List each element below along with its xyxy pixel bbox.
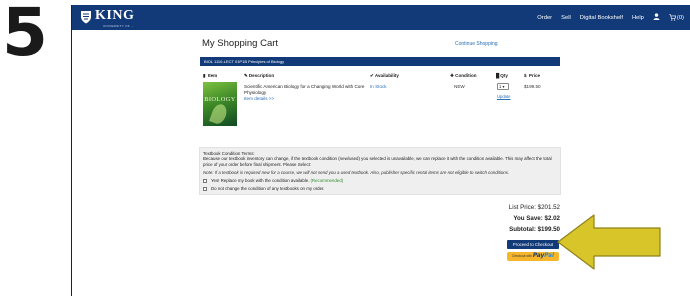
proceed-to-checkout-button[interactable]: Proceed to Checkout bbox=[507, 240, 559, 249]
recommended-tag: (Recommended) bbox=[310, 178, 344, 183]
terms-note: Note: If a textbook is required new for … bbox=[203, 170, 510, 175]
replace-condition-option[interactable]: Yes! Replace my book with the condition … bbox=[203, 178, 343, 183]
item-condition: NEW bbox=[454, 84, 465, 89]
site-logo[interactable]: KING UNIVERSITY OF ... bbox=[80, 7, 135, 28]
bookmark-icon: ▮ bbox=[203, 73, 206, 78]
keep-condition-checkbox[interactable] bbox=[203, 186, 207, 191]
column-header-availability: ✔Availability bbox=[370, 73, 399, 78]
keep-condition-label: Do not change the condition of any textb… bbox=[211, 186, 325, 191]
column-header-item: ▮ Item bbox=[203, 73, 218, 78]
arrow-callout-icon bbox=[557, 214, 661, 270]
replace-condition-label: Yes! Replace my book with the condition … bbox=[211, 178, 310, 183]
paypal-prefix: Checkout with bbox=[511, 254, 532, 258]
item-details-link[interactable]: Item details >> bbox=[244, 96, 274, 101]
cart-icon bbox=[669, 14, 676, 21]
column-header-price: $ Price bbox=[524, 73, 541, 78]
keep-condition-option[interactable]: Do not change the condition of any textb… bbox=[203, 186, 325, 191]
paypal-logo: PayPal bbox=[532, 253, 555, 259]
pencil-icon: ✎ bbox=[244, 73, 248, 78]
nav-digital-bookshelf[interactable]: Digital Bookshelf bbox=[580, 15, 623, 21]
nav-links: Order Sell Digital Bookshelf Help (0) bbox=[537, 5, 684, 30]
column-header-condition: ❖Condition bbox=[450, 73, 477, 78]
chevron-down-icon: ▾ bbox=[502, 84, 505, 89]
item-availability: In Stock bbox=[370, 84, 387, 89]
book-cover-title: BIOLOGY bbox=[204, 96, 236, 103]
column-header-description: ✎Description bbox=[244, 73, 275, 78]
account-link[interactable] bbox=[653, 13, 660, 22]
condition-terms-panel: Textbook Condition Terms: Because our te… bbox=[199, 147, 561, 195]
quantity-value: 1 bbox=[499, 84, 502, 89]
nav-order[interactable]: Order bbox=[537, 15, 552, 21]
subtotal: Subtotal: $199.50 bbox=[509, 226, 560, 233]
quantity-select[interactable]: 1 ▾ bbox=[497, 83, 509, 90]
cart-link[interactable]: (0) bbox=[669, 14, 684, 21]
dollar-icon: $ bbox=[524, 73, 527, 78]
item-title: Scientific American Biology for a Changi… bbox=[244, 84, 365, 95]
replace-condition-checkbox[interactable] bbox=[203, 178, 207, 183]
nav-help[interactable]: Help bbox=[632, 15, 644, 21]
logo-text: KING bbox=[95, 8, 135, 23]
item-price: $199.50 bbox=[524, 84, 541, 89]
course-header: BIOL 1110-LECT 01P1B Principles of Biolo… bbox=[200, 57, 560, 66]
terms-body: Because our textbook inventory can chang… bbox=[203, 156, 552, 167]
step-number: 5 bbox=[2, 0, 48, 71]
frame-divider bbox=[71, 5, 72, 296]
book-cover-image[interactable]: BIOLOGY bbox=[203, 82, 237, 126]
nav-sell[interactable]: Sell bbox=[561, 15, 571, 21]
cart-count: (0) bbox=[676, 14, 684, 21]
checkmark-icon: ✔ bbox=[370, 73, 374, 78]
continue-shopping-link[interactable]: Continue Shopping bbox=[455, 41, 498, 47]
paypal-checkout-button[interactable]: Checkout with PayPal bbox=[507, 252, 559, 261]
bar-chart-icon: █ bbox=[496, 73, 500, 78]
logo-subtext: UNIVERSITY OF ... bbox=[103, 24, 135, 28]
user-icon bbox=[653, 13, 660, 20]
leaf-graphic bbox=[209, 102, 229, 126]
navbar: KING UNIVERSITY OF ... Order Sell Digita… bbox=[72, 5, 690, 30]
info-icon: ❖ bbox=[450, 73, 455, 78]
you-save: You Save: $2.02 bbox=[513, 215, 560, 222]
list-price: List Price: $201.52 bbox=[508, 204, 560, 211]
column-header-qty: █Qty bbox=[496, 73, 508, 78]
page-title: My Shopping Cart bbox=[202, 38, 279, 49]
update-quantity-link[interactable]: Update bbox=[497, 94, 511, 99]
shield-icon bbox=[81, 11, 91, 24]
